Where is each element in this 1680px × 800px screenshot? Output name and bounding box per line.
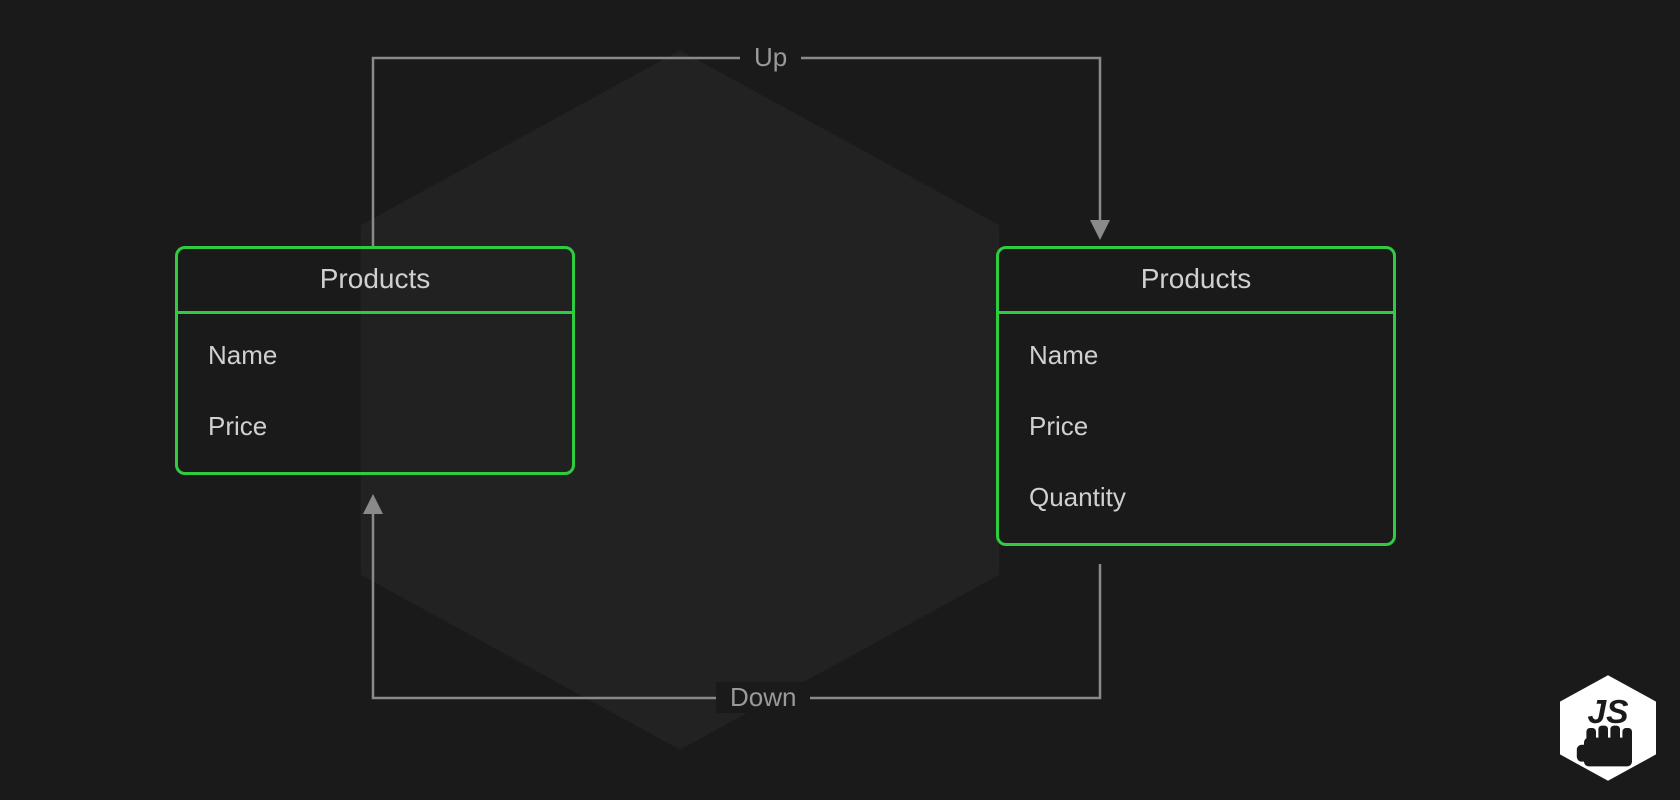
entity-title: Products	[178, 249, 572, 314]
svg-text:JS: JS	[1587, 694, 1629, 731]
entity-products-after: Products Name Price Quantity	[996, 246, 1396, 546]
entity-title: Products	[999, 249, 1393, 314]
field-name: Name	[1029, 340, 1363, 371]
down-label: Down	[716, 682, 810, 713]
entity-fields: Name Price	[178, 314, 572, 472]
field-price: Price	[1029, 411, 1363, 442]
nodejs-fist-logo-icon: JS	[1548, 668, 1668, 788]
entity-fields: Name Price Quantity	[999, 314, 1393, 543]
up-label: Up	[740, 42, 801, 73]
entity-products-before: Products Name Price	[175, 246, 575, 475]
field-price: Price	[208, 411, 542, 442]
field-quantity: Quantity	[1029, 482, 1363, 513]
field-name: Name	[208, 340, 542, 371]
